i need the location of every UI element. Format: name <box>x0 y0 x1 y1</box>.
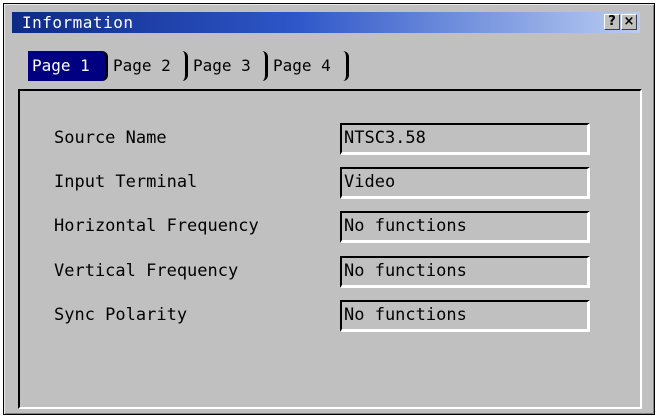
input-terminal-value: Video <box>340 167 590 199</box>
tab-page-1[interactable]: Page 1 <box>28 51 108 81</box>
tab-page-3[interactable]: Page 3 <box>189 51 268 81</box>
sync-polarity-value: No functions <box>340 300 590 332</box>
source-name-row: Source Name NTSC3.58 <box>20 121 640 155</box>
help-button[interactable]: ? <box>604 14 620 30</box>
vertical-frequency-label: Vertical Frequency <box>54 261 239 281</box>
tab-page-4[interactable]: Page 4 <box>269 51 349 81</box>
source-name-value: NTSC3.58 <box>340 123 590 155</box>
window-title: Information <box>22 13 134 32</box>
tab-page-2[interactable]: Page 2 <box>109 51 188 81</box>
input-terminal-label: Input Terminal <box>54 172 198 192</box>
sync-polarity-label: Sync Polarity <box>54 305 188 325</box>
input-terminal-row: Input Terminal Video <box>20 165 640 199</box>
horizontal-frequency-label: Horizontal Frequency <box>54 216 259 236</box>
information-window: Information ? × Page 1 Page 2 Page 3 Pag… <box>3 3 655 415</box>
close-button[interactable]: × <box>621 14 637 30</box>
horizontal-frequency-value: No functions <box>340 211 590 243</box>
vertical-frequency-row: Vertical Frequency No functions <box>20 254 640 288</box>
sync-polarity-row: Sync Polarity No functions <box>20 298 640 332</box>
source-name-label: Source Name <box>54 128 167 148</box>
horizontal-frequency-row: Horizontal Frequency No functions <box>20 209 640 243</box>
title-bar[interactable]: Information ? × <box>12 12 640 33</box>
info-panel: Source Name NTSC3.58 Input Terminal Vide… <box>18 89 642 409</box>
vertical-frequency-value: No functions <box>340 256 590 288</box>
